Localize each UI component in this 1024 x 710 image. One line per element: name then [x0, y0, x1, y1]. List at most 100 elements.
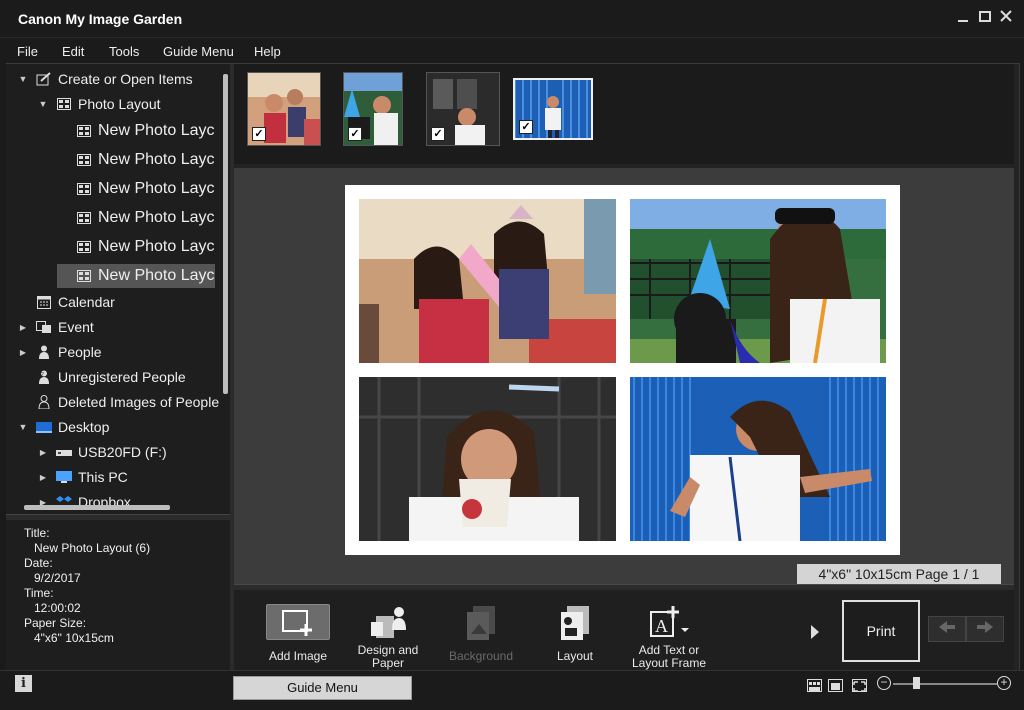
tree-label: New Photo Layc — [98, 122, 215, 139]
event-icon — [36, 320, 52, 334]
checkbox-checked-icon[interactable]: ✓ — [431, 127, 445, 141]
menu-guide[interactable]: Guide Menu — [163, 44, 234, 59]
thumbnail-1[interactable]: ✓ — [247, 72, 321, 146]
menu-help[interactable]: Help — [254, 44, 281, 59]
collapsed-arrow-icon[interactable]: ▶ — [36, 448, 50, 457]
tree-label: New Photo Layc — [98, 238, 215, 255]
layout-page[interactable] — [345, 185, 900, 555]
usb-drive-icon — [56, 445, 72, 459]
design-paper-icon — [368, 604, 408, 643]
checkbox-checked-icon[interactable]: ✓ — [348, 127, 362, 141]
background-icon — [463, 604, 499, 643]
thumbnail-2[interactable]: ✓ — [343, 72, 403, 146]
layout-icon — [557, 604, 593, 643]
checkbox-checked-icon[interactable]: ✓ — [519, 120, 533, 134]
fit-view-icon[interactable] — [852, 679, 867, 692]
info-title-label: Title: — [24, 526, 50, 540]
zoom-in-icon[interactable]: + — [997, 676, 1011, 690]
tree-layout-item-1[interactable]: New Photo Layc — [76, 119, 215, 143]
tree-unregistered-people[interactable]: ? Unregistered People — [36, 365, 186, 389]
photo-frame-1[interactable] — [359, 199, 616, 363]
navigation-tree: ▼ Create or Open Items ▼ Photo Layout Ne… — [6, 64, 230, 514]
minimize-icon[interactable] — [954, 9, 972, 27]
zoom-slider-track[interactable] — [893, 683, 997, 685]
design-paper-label-line2: Paper — [371, 656, 405, 670]
tree-desktop[interactable]: ▼ Desktop — [16, 415, 110, 439]
background-button[interactable]: Background — [436, 600, 526, 670]
add-text-label: Add Text or Layout Frame — [624, 644, 714, 670]
calendar-icon — [36, 295, 52, 309]
info-paper-value: 4"x6" 10x15cm — [34, 631, 114, 645]
add-image-button[interactable]: Add Image — [253, 600, 343, 670]
status-bar: i Guide Menu − + — [0, 670, 1024, 710]
tree-this-pc[interactable]: ▶ This PC — [36, 465, 128, 489]
layout-grid-icon — [56, 97, 72, 111]
design-and-paper-button[interactable]: Design and Paper — [343, 600, 433, 670]
photo-frame-3[interactable] — [359, 377, 616, 541]
add-image-label: Add Image — [268, 649, 328, 663]
maximize-icon[interactable] — [976, 9, 994, 27]
thumbnail-strip: ✓ ✓ ✓ ✓ — [234, 64, 1014, 164]
tree-layout-item-6[interactable]: New Photo Layc — [57, 264, 215, 288]
svg-text:?: ? — [41, 372, 44, 378]
tree-create-open-items[interactable]: ▼ Create or Open Items — [16, 67, 193, 91]
expanded-arrow-icon[interactable]: ▼ — [16, 422, 30, 432]
info-icon[interactable]: i — [15, 675, 32, 692]
previous-page-icon[interactable] — [928, 616, 966, 642]
title-bar: Canon My Image Garden — [0, 0, 1024, 38]
tree-label: Desktop — [58, 419, 110, 435]
menu-edit[interactable]: Edit — [62, 44, 84, 59]
thumbnail-view-icon[interactable] — [807, 679, 822, 692]
tree-label: Unregistered People — [58, 369, 186, 385]
edit-toolbar: Add Image Design and Paper Background La… — [234, 590, 1014, 670]
tree-label: Create or Open Items — [58, 71, 193, 87]
background-label: Background — [448, 649, 514, 663]
tree-deleted-people[interactable]: Deleted Images of People — [36, 390, 219, 414]
zoom-slider-thumb[interactable] — [913, 677, 920, 689]
photo-frame-2[interactable] — [630, 199, 886, 363]
thumbnail-3[interactable]: ✓ — [426, 72, 500, 146]
tree-layout-item-3[interactable]: New Photo Layc — [76, 177, 215, 201]
tree-people[interactable]: ▶ People — [16, 340, 102, 364]
add-text-icon: A — [647, 604, 691, 643]
expanded-arrow-icon[interactable]: ▼ — [36, 99, 50, 109]
tree-photo-layout[interactable]: ▼ Photo Layout — [36, 92, 161, 116]
menu-bar: File Edit Tools Guide Menu Help — [0, 38, 1024, 64]
guide-menu-button[interactable]: Guide Menu — [233, 676, 412, 700]
design-paper-label: Design and Paper — [343, 644, 433, 670]
menu-tools[interactable]: Tools — [109, 44, 139, 59]
tree-calendar[interactable]: Calendar — [36, 290, 115, 314]
single-view-icon[interactable] — [828, 679, 843, 692]
tree-event[interactable]: ▶ Event — [16, 315, 94, 339]
menu-file[interactable]: File — [17, 44, 38, 59]
page-info-label: 4"x6" 10x15cm Page 1 / 1 — [797, 564, 1001, 584]
info-date-value: 9/2/2017 — [34, 571, 81, 585]
tree-dropbox[interactable]: ▶ Dropbox — [36, 490, 131, 514]
info-title-value: New Photo Layout (6) — [34, 541, 151, 555]
print-button[interactable]: Print — [842, 600, 920, 662]
checkbox-checked-icon[interactable]: ✓ — [252, 127, 266, 141]
tree-vertical-scrollbar[interactable] — [223, 74, 228, 394]
thumbnail-4-selected[interactable]: ✓ — [513, 78, 593, 140]
collapsed-arrow-icon[interactable]: ▶ — [36, 473, 50, 482]
photo-frame-4[interactable] — [630, 377, 886, 541]
layout-grid-icon — [76, 124, 92, 138]
play-icon[interactable] — [810, 624, 822, 640]
tree-horizontal-scrollbar[interactable] — [24, 505, 170, 510]
collapsed-arrow-icon[interactable]: ▶ — [16, 323, 30, 332]
tree-label: New Photo Layc — [98, 180, 215, 197]
add-text-layout-frame-button[interactable]: A Add Text or Layout Frame — [624, 600, 714, 670]
expanded-arrow-icon[interactable]: ▼ — [16, 74, 30, 84]
tree-layout-item-2[interactable]: New Photo Layc — [76, 148, 215, 172]
create-items-icon — [36, 72, 52, 86]
layout-button[interactable]: Layout — [530, 600, 620, 670]
tree-layout-item-5[interactable]: New Photo Layc — [76, 235, 215, 259]
tree-usb-drive[interactable]: ▶ USB20FD (F:) — [36, 440, 167, 464]
zoom-out-icon[interactable]: − — [877, 676, 891, 690]
next-page-icon[interactable] — [966, 616, 1004, 642]
close-icon[interactable] — [997, 9, 1015, 27]
tree-layout-item-4[interactable]: New Photo Layc — [76, 206, 215, 230]
unregistered-person-icon: ? — [36, 370, 52, 384]
info-date-label: Date: — [24, 556, 53, 570]
collapsed-arrow-icon[interactable]: ▶ — [16, 348, 30, 357]
